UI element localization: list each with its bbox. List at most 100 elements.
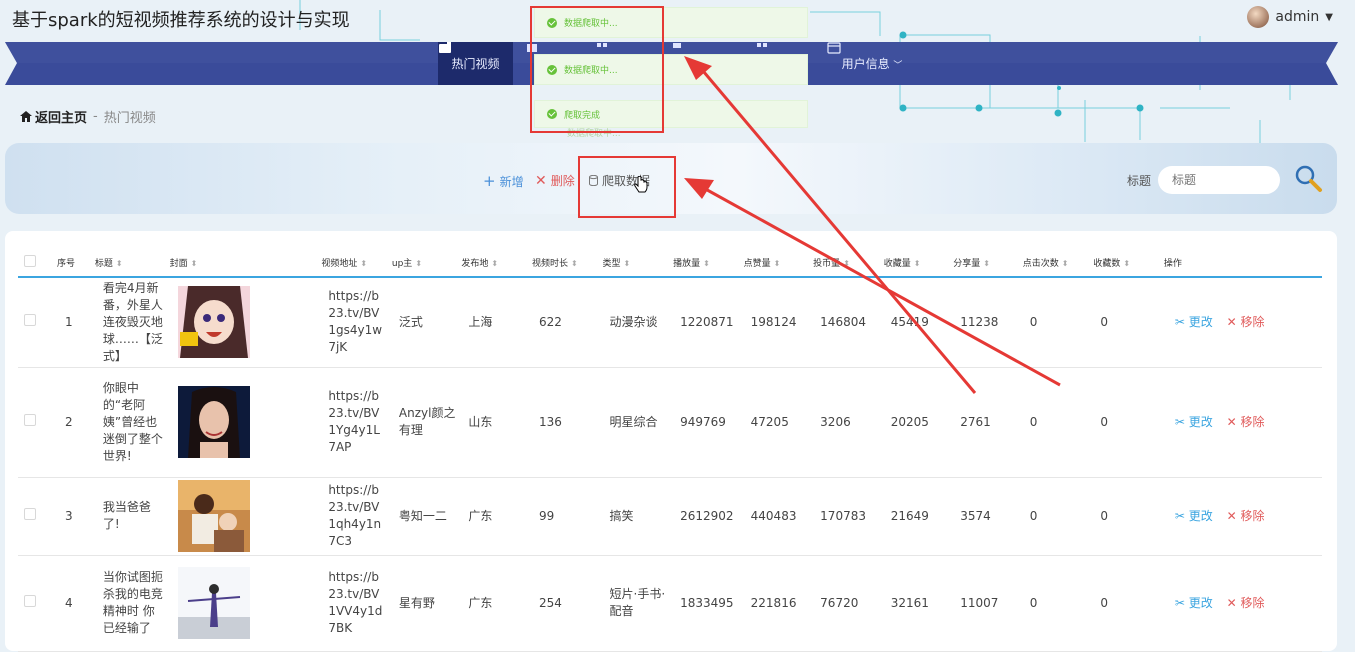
video-cover-image — [177, 480, 250, 552]
sort-icon: ⬍ — [623, 258, 631, 268]
cell-plays: 949769 — [673, 367, 744, 478]
select-all-checkbox[interactable] — [24, 254, 36, 267]
column-header[interactable]: 视频地址 ⬍ — [321, 248, 392, 278]
cell-fav-count: 0 — [1093, 477, 1164, 556]
cell-duration: 99 — [531, 477, 603, 556]
close-icon: ✕ — [1226, 414, 1237, 429]
sort-icon: ⬍ — [703, 258, 710, 268]
row-checkbox[interactable] — [24, 594, 36, 607]
cell-duration: 622 — [531, 277, 603, 368]
edit-button[interactable]: ✂ 更改 — [1175, 315, 1213, 329]
video-cover-image — [177, 286, 250, 359]
sort-icon: ⬍ — [913, 258, 921, 268]
sort-icon: ⬍ — [1061, 258, 1069, 268]
cell-video-url[interactable]: https://b23.tv/BV1gs4y1w7jK — [321, 277, 392, 368]
nav-item-user-info[interactable]: 用户信息 ﹀ — [827, 42, 917, 85]
breadcrumb-current: 热门视频 — [103, 111, 156, 126]
column-header[interactable]: 发布地 ⬍ — [461, 248, 532, 278]
video-table-card: 序号 标题 ⬍ 封面 ⬍ 视频地址 ⬍ up主 ⬍ 发布地 ⬍ 视频时长 ⬍ 类型 ⬍ 播放量… — [5, 231, 1337, 652]
caret-down-icon: ▼ — [1325, 11, 1333, 23]
column-header[interactable]: 收藏数 ⬍ — [1093, 248, 1164, 278]
edit-button[interactable]: ✂ 更改 — [1175, 415, 1213, 429]
column-header[interactable]: 收藏量 ⬍ — [883, 248, 954, 278]
cell-index: 4 — [56, 555, 95, 652]
breadcrumb-home[interactable]: 返回主页 — [20, 107, 87, 126]
cell-location: 广东 — [461, 477, 532, 556]
close-icon: ✕ — [1226, 508, 1237, 523]
remove-button[interactable]: ✕ 移除 — [1227, 596, 1265, 610]
cell-favorites: 21649 — [883, 477, 954, 556]
column-header[interactable]: 点赞量 ⬍ — [743, 248, 814, 278]
cell-actions: ✂ 更改 ✕ 移除 — [1163, 277, 1322, 368]
cell-video-url[interactable]: https://b23.tv/BV1Yg4y1L7AP — [321, 367, 392, 478]
row-checkbox[interactable] — [24, 413, 36, 426]
app-title: 基于spark的短视频推荐系统的设计与实现 — [12, 10, 350, 31]
sort-icon: ⬍ — [983, 258, 990, 268]
cell-video-url[interactable]: https://b23.tv/BV1qh4y1n7C3 — [321, 477, 392, 556]
edit-button[interactable]: ✂ 更改 — [1175, 509, 1213, 523]
cell-type: 搞笑 — [602, 477, 674, 556]
column-header[interactable]: 视频时长 ⬍ — [531, 248, 603, 278]
nav-item-label: 热门视频 — [451, 57, 500, 71]
column-header[interactable]: 标题 ⬍ — [94, 248, 170, 278]
cell-type: 明星综合 — [602, 367, 674, 478]
column-header: 操作 — [1163, 248, 1322, 278]
column-header[interactable]: 播放量 ⬍ — [673, 248, 744, 278]
home-icon — [20, 111, 32, 122]
remove-button[interactable]: ✕ 移除 — [1227, 509, 1265, 523]
cell-type: 短片·手书·配音 — [602, 555, 674, 652]
cell-video-url[interactable]: https://b23.tv/BV1VV4y1d7BK — [321, 555, 392, 652]
column-header[interactable]: 封面 ⬍ — [169, 248, 322, 278]
cell-cover — [169, 555, 322, 652]
cell-cover — [169, 367, 322, 478]
cell-uploader: Anzyl颜之有理 — [391, 367, 462, 478]
video-cover-image — [177, 386, 250, 458]
cell-uploader: 星有野 — [391, 555, 462, 652]
row-checkbox[interactable] — [24, 507, 36, 520]
row-checkbox[interactable] — [24, 313, 36, 326]
column-header[interactable]: 点击次数 ⬍ — [1022, 248, 1094, 278]
breadcrumb: 返回主页 - 热门视频 — [20, 107, 156, 126]
cell-shares: 11007 — [953, 555, 1023, 652]
cell-shares: 3574 — [953, 477, 1023, 556]
grid-icon — [757, 43, 767, 47]
cell-plays: 1833495 — [673, 555, 744, 652]
cell-likes: 221816 — [743, 555, 814, 652]
column-header[interactable]: 分享量 ⬍ — [953, 248, 1023, 278]
add-button[interactable]: + 新增 — [483, 172, 524, 190]
sort-icon: ⬍ — [773, 258, 781, 268]
edit-button[interactable]: ✂ 更改 — [1175, 596, 1213, 610]
remove-button[interactable]: ✕ 移除 — [1227, 315, 1265, 329]
cell-actions: ✂ 更改 ✕ 移除 — [1163, 367, 1322, 478]
annotation-box-notifications — [530, 6, 664, 133]
cell-location: 上海 — [461, 277, 532, 368]
remove-button[interactable]: ✕ 移除 — [1227, 415, 1265, 429]
column-header[interactable]: 投币量 ⬍ — [813, 248, 884, 278]
cell-favorites: 45419 — [883, 277, 954, 368]
search-label: 标题 — [1127, 174, 1152, 188]
cell-favorites: 20205 — [883, 367, 954, 478]
video-table: 序号 标题 ⬍ 封面 ⬍ 视频地址 ⬍ up主 ⬍ 发布地 ⬍ 视频时长 ⬍ 类型 ⬍ 播放量… — [18, 248, 1322, 652]
delete-button[interactable]: ✕ 删除 — [535, 172, 575, 189]
sort-icon: ⬍ — [115, 258, 123, 268]
nav-item-label: 用户信息 ﹀ — [841, 57, 903, 71]
cell-coins: 170783 — [813, 477, 884, 556]
search-icon[interactable] — [1293, 163, 1323, 193]
cell-clicks: 0 — [1022, 555, 1094, 652]
column-header[interactable]: 类型 ⬍ — [602, 248, 674, 278]
cell-fav-count: 0 — [1093, 555, 1164, 652]
cell-likes: 47205 — [743, 367, 814, 478]
user-menu[interactable]: admin ▼ — [1247, 6, 1333, 28]
search-input[interactable] — [1158, 166, 1280, 194]
cell-actions: ✂ 更改 ✕ 移除 — [1163, 555, 1322, 652]
sort-icon: ⬍ — [570, 258, 578, 268]
cell-shares: 2761 — [953, 367, 1023, 478]
select-all-header — [18, 248, 57, 278]
table-row: 1 看完4月新番，外星人连夜毁灭地球……【泛式】 https://b23.tv/… — [18, 277, 1322, 368]
user-card-icon — [827, 42, 841, 54]
sort-icon: ⬍ — [491, 258, 499, 268]
nav-item-hot-videos[interactable]: 热门视频 — [438, 42, 513, 85]
edit-icon: ✂ — [1174, 414, 1185, 429]
column-header: 序号 — [56, 248, 95, 278]
column-header[interactable]: up主 ⬍ — [391, 248, 462, 278]
